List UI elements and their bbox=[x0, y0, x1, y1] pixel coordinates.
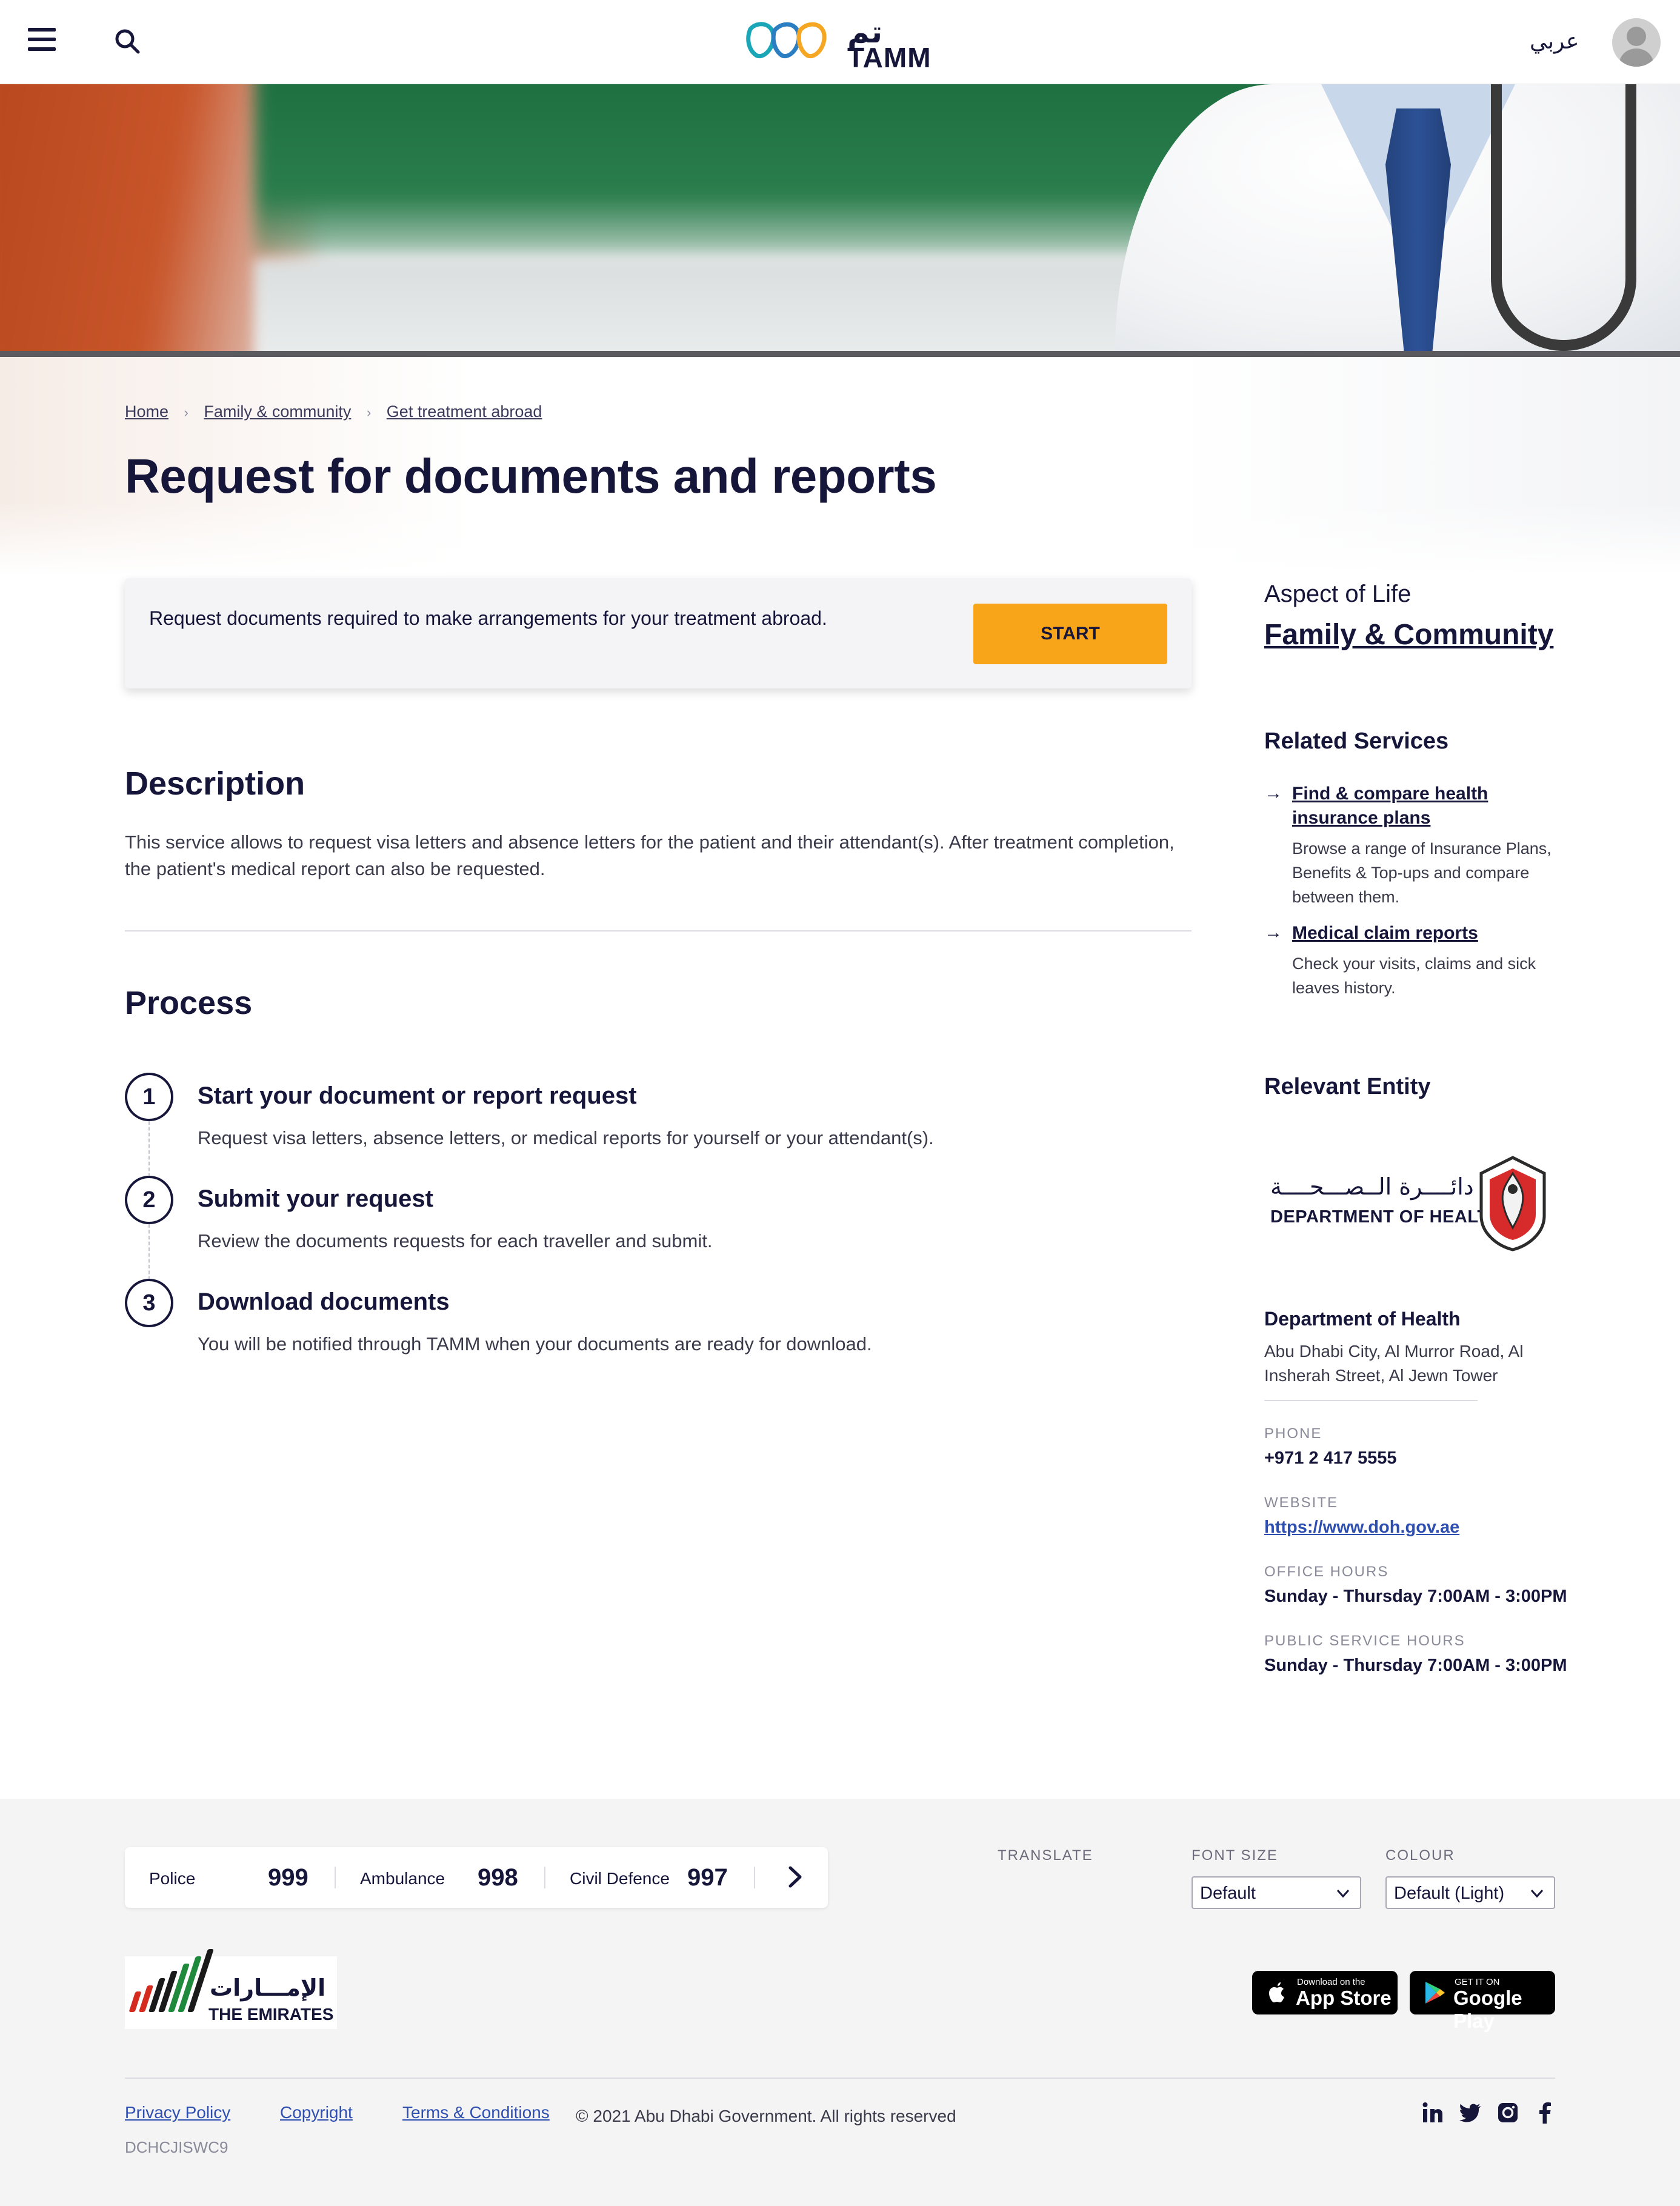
breadcrumb: Home › Family & community › Get treatmen… bbox=[125, 402, 542, 421]
website-link[interactable]: https://www.doh.gov.ae bbox=[1264, 1518, 1459, 1537]
emergency-numbers-bar: Police 999 Ambulance 998 Civil Defence 9… bbox=[125, 1847, 828, 1908]
font-size-select[interactable]: Default bbox=[1192, 1876, 1361, 1909]
google-play-button[interactable]: GET IT ON Google Play bbox=[1410, 1971, 1555, 2032]
chevron-right-icon[interactable] bbox=[779, 1862, 810, 1892]
entity-logo-arabic: دائــــرة الــصـــحــــة bbox=[1270, 1173, 1474, 1200]
terms-conditions-link[interactable]: Terms & Conditions bbox=[402, 2103, 550, 2122]
entity-address: Abu Dhabi City, Al Murror Road, Al Inshe… bbox=[1264, 1342, 1524, 1385]
logo-text: TAMM bbox=[847, 42, 932, 73]
emirates-arabic-text: الإمـــارات bbox=[210, 1974, 326, 2001]
font-size-value: Default bbox=[1200, 1884, 1256, 1903]
entity-divider bbox=[1264, 1400, 1478, 1401]
phone-label: PHONE bbox=[1264, 1425, 1322, 1442]
colour-value: Default (Light) bbox=[1394, 1884, 1505, 1903]
language-toggle[interactable]: عربي bbox=[1530, 29, 1579, 54]
breadcrumb-home[interactable]: Home bbox=[125, 402, 168, 421]
instagram-icon[interactable] bbox=[1496, 2101, 1520, 2125]
office-hours-label: OFFICE HOURS bbox=[1264, 1564, 1389, 1580]
emergency-number-police[interactable]: 999 bbox=[268, 1864, 308, 1891]
public-hours-value: Sunday - Thursday 7:00AM - 3:00PM bbox=[1264, 1656, 1567, 1675]
entity-logo-english: DEPARTMENT OF HEALTH bbox=[1270, 1207, 1502, 1227]
twitter-icon[interactable] bbox=[1458, 2101, 1482, 2125]
start-service-card: Request documents required to make arran… bbox=[125, 578, 1192, 688]
hero-banner-image bbox=[0, 84, 1680, 351]
chevron-down-icon bbox=[1336, 1889, 1350, 1898]
emergency-label-civil-defence: Civil Defence bbox=[570, 1869, 670, 1888]
step-number-3: 3 bbox=[125, 1279, 173, 1327]
hero-divider bbox=[0, 351, 1680, 357]
aspect-of-life-link[interactable]: Family & Community bbox=[1264, 618, 1553, 651]
start-button[interactable]: START bbox=[973, 604, 1167, 664]
step-title-2: Submit your request bbox=[198, 1185, 433, 1212]
office-hours-value: Sunday - Thursday 7:00AM - 3:00PM bbox=[1264, 1587, 1567, 1606]
arrow-right-icon: → bbox=[1264, 922, 1282, 942]
related-service-desc: Browse a range of Insurance Plans, Benef… bbox=[1292, 839, 1552, 906]
start-card-text: Request documents required to make arran… bbox=[149, 607, 827, 629]
public-hours-label: PUBLIC SERVICE HOURS bbox=[1264, 1633, 1465, 1649]
google-play-icon bbox=[1425, 1982, 1445, 2004]
breadcrumb-treatment-abroad[interactable]: Get treatment abroad bbox=[387, 402, 542, 421]
related-service-link-claims[interactable]: Medical claim reports bbox=[1292, 921, 1559, 945]
search-icon[interactable] bbox=[113, 27, 142, 56]
user-avatar[interactable] bbox=[1612, 18, 1661, 67]
step-title-1: Start your document or report request bbox=[198, 1082, 637, 1109]
font-size-label: FONT SIZE bbox=[1192, 1847, 1278, 1864]
breadcrumb-chevron-icon: › bbox=[184, 405, 188, 420]
copyright-link[interactable]: Copyright bbox=[280, 2103, 353, 2122]
top-navigation-bar: تم TAMM عربي bbox=[0, 0, 1680, 84]
related-service-desc: Check your visits, claims and sick leave… bbox=[1292, 955, 1536, 997]
facebook-icon[interactable] bbox=[1533, 2101, 1558, 2125]
breadcrumb-chevron-icon: › bbox=[366, 405, 372, 420]
step-desc-3: You will be notified through TAMM when y… bbox=[198, 1333, 872, 1355]
step-connector bbox=[148, 1121, 150, 1177]
abu-dhabi-emblem-icon bbox=[1479, 1156, 1546, 1251]
emergency-number-ambulance[interactable]: 998 bbox=[478, 1864, 518, 1891]
apple-icon bbox=[1269, 1982, 1284, 2002]
step-title-3: Download documents bbox=[198, 1288, 450, 1315]
step-number-1: 1 bbox=[125, 1073, 173, 1121]
arrow-right-icon: → bbox=[1264, 783, 1282, 803]
colour-label: COLOUR bbox=[1385, 1847, 1455, 1864]
page-title: Request for documents and reports bbox=[125, 449, 937, 503]
tamm-logo[interactable]: تم TAMM bbox=[745, 15, 933, 73]
footer-divider bbox=[125, 2078, 1555, 2079]
tamm-logo-mark bbox=[746, 22, 827, 59]
the-emirates-logo[interactable]: الإمـــارات THE EMIRATES bbox=[125, 1949, 337, 2029]
step-desc-2: Review the documents requests for each t… bbox=[198, 1230, 713, 1251]
page-code: DCHCJISWC9 bbox=[125, 2138, 228, 2156]
translate-label: TRANSLATE bbox=[998, 1847, 1093, 1864]
app-store-button[interactable]: Download on the App Store bbox=[1252, 1971, 1398, 2014]
breadcrumb-family-community[interactable]: Family & community bbox=[204, 402, 351, 421]
related-services-heading: Related Services bbox=[1264, 728, 1449, 754]
app-store-big-text: App Store bbox=[1296, 1987, 1392, 2009]
description-heading: Description bbox=[125, 765, 305, 802]
chevron-down-icon bbox=[1530, 1889, 1544, 1898]
copyright-text: © 2021 Abu Dhabi Government. All rights … bbox=[576, 2107, 956, 2125]
website-label: WEBSITE bbox=[1264, 1495, 1339, 1511]
google-play-small-text: GET IT ON bbox=[1455, 1977, 1500, 1987]
step-desc-1: Request visa letters, absence letters, o… bbox=[198, 1127, 934, 1148]
aspect-of-life-label: Aspect of Life bbox=[1264, 581, 1412, 607]
emirates-english-text: THE EMIRATES bbox=[208, 2005, 334, 2024]
app-store-small-text: Download on the bbox=[1297, 1977, 1365, 1987]
hamburger-menu-icon[interactable] bbox=[28, 28, 56, 52]
step-number-2: 2 bbox=[125, 1176, 173, 1224]
google-play-big-text: Google Play bbox=[1453, 1987, 1522, 2032]
entity-name: Department of Health bbox=[1264, 1308, 1461, 1330]
emergency-label-police: Police bbox=[149, 1869, 196, 1888]
department-of-health-logo[interactable]: دائــــرة الــصـــحــــة DEPARTMENT OF H… bbox=[1264, 1151, 1555, 1261]
relevant-entity-heading: Relevant Entity bbox=[1264, 1074, 1431, 1099]
description-text: This service allows to request visa lett… bbox=[125, 831, 1175, 879]
colour-select[interactable]: Default (Light) bbox=[1385, 1876, 1555, 1909]
emergency-number-civil-defence[interactable]: 997 bbox=[687, 1864, 728, 1891]
phone-value: +971 2 417 5555 bbox=[1264, 1448, 1397, 1468]
section-divider bbox=[125, 930, 1192, 931]
related-service-link-insurance[interactable]: Find & compare health insurance plans bbox=[1292, 782, 1559, 830]
emergency-label-ambulance: Ambulance bbox=[360, 1869, 445, 1888]
linkedin-icon[interactable] bbox=[1421, 2101, 1445, 2125]
step-connector bbox=[148, 1224, 150, 1280]
process-heading: Process bbox=[125, 985, 253, 1021]
privacy-policy-link[interactable]: Privacy Policy bbox=[125, 2103, 230, 2122]
